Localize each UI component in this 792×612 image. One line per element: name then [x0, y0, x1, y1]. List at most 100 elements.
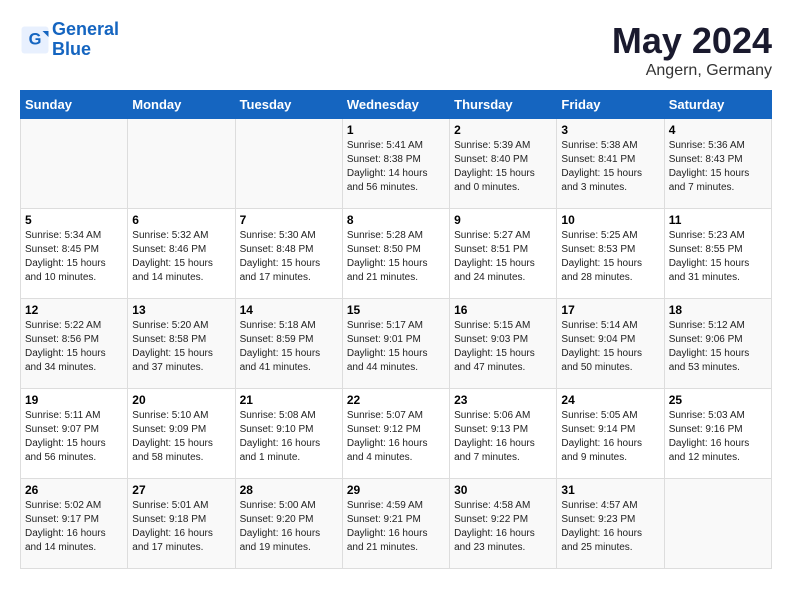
- calendar-cell: 20 Sunrise: 5:10 AMSunset: 9:09 PMDayligh…: [128, 389, 235, 479]
- day-info: Sunrise: 5:02 AMSunset: 9:17 PMDaylight:…: [25, 499, 123, 555]
- day-info: Sunrise: 5:08 AMSunset: 9:10 PMDaylight:…: [240, 409, 338, 465]
- day-number: 5: [25, 213, 123, 227]
- day-info: Sunrise: 5:27 AMSunset: 8:51 PMDaylight:…: [454, 229, 552, 285]
- day-number: 23: [454, 393, 552, 407]
- day-number: 1: [347, 123, 445, 137]
- day-info: Sunrise: 5:28 AMSunset: 8:50 PMDaylight:…: [347, 229, 445, 285]
- column-header-wednesday: Wednesday: [342, 91, 449, 119]
- header-row: SundayMondayTuesdayWednesdayThursdayFrid…: [21, 91, 772, 119]
- day-number: 21: [240, 393, 338, 407]
- day-number: 9: [454, 213, 552, 227]
- column-header-monday: Monday: [128, 91, 235, 119]
- calendar-cell: 1 Sunrise: 5:41 AMSunset: 8:38 PMDaylight…: [342, 119, 449, 209]
- day-info: Sunrise: 5:38 AMSunset: 8:41 PMDaylight:…: [561, 139, 659, 195]
- day-number: 24: [561, 393, 659, 407]
- calendar-cell: [128, 119, 235, 209]
- calendar-cell: 28 Sunrise: 5:00 AMSunset: 9:20 PMDayligh…: [235, 479, 342, 569]
- calendar-cell: 11 Sunrise: 5:23 AMSunset: 8:55 PMDayligh…: [664, 209, 771, 299]
- calendar-table: SundayMondayTuesdayWednesdayThursdayFrid…: [20, 90, 772, 569]
- day-info: Sunrise: 5:06 AMSunset: 9:13 PMDaylight:…: [454, 409, 552, 465]
- calendar-cell: 3 Sunrise: 5:38 AMSunset: 8:41 PMDaylight…: [557, 119, 664, 209]
- calendar-subtitle: Angern, Germany: [612, 62, 772, 80]
- day-number: 19: [25, 393, 123, 407]
- logo-icon: G: [20, 25, 50, 55]
- day-number: 17: [561, 303, 659, 317]
- day-info: Sunrise: 5:00 AMSunset: 9:20 PMDaylight:…: [240, 499, 338, 555]
- day-number: 20: [132, 393, 230, 407]
- day-info: Sunrise: 4:58 AMSunset: 9:22 PMDaylight:…: [454, 499, 552, 555]
- day-info: Sunrise: 5:23 AMSunset: 8:55 PMDaylight:…: [669, 229, 767, 285]
- day-number: 26: [25, 483, 123, 497]
- calendar-cell: [235, 119, 342, 209]
- calendar-cell: 18Sunrise: 5:12 AMSunset: 9:06 PMDayligh…: [664, 299, 771, 389]
- day-info: Sunrise: 4:57 AMSunset: 9:23 PMDaylight:…: [561, 499, 659, 555]
- calendar-cell: 30 Sunrise: 4:58 AMSunset: 9:22 PMDayligh…: [450, 479, 557, 569]
- calendar-cell: 27 Sunrise: 5:01 AMSunset: 9:18 PMDayligh…: [128, 479, 235, 569]
- calendar-cell: 6 Sunrise: 5:32 AMSunset: 8:46 PMDaylight…: [128, 209, 235, 299]
- day-info: Sunrise: 5:11 AMSunset: 9:07 PMDaylight:…: [25, 409, 123, 465]
- calendar-cell: 13 Sunrise: 5:20 AMSunset: 8:58 PMDayligh…: [128, 299, 235, 389]
- title-block: May 2024 Angern, Germany: [612, 20, 772, 80]
- calendar-cell: [21, 119, 128, 209]
- day-info: Sunrise: 5:15 AMSunset: 9:03 PMDaylight:…: [454, 319, 552, 375]
- calendar-cell: [664, 479, 771, 569]
- day-number: 4: [669, 123, 767, 137]
- day-info: Sunrise: 5:36 AMSunset: 8:43 PMDaylight:…: [669, 139, 767, 195]
- day-number: 29: [347, 483, 445, 497]
- day-number: 7: [240, 213, 338, 227]
- calendar-cell: 31 Sunrise: 4:57 AMSunset: 9:23 PMDayligh…: [557, 479, 664, 569]
- calendar-cell: 7 Sunrise: 5:30 AMSunset: 8:48 PMDaylight…: [235, 209, 342, 299]
- calendar-cell: 4 Sunrise: 5:36 AMSunset: 8:43 PMDaylight…: [664, 119, 771, 209]
- week-row-1: 1 Sunrise: 5:41 AMSunset: 8:38 PMDaylight…: [21, 119, 772, 209]
- calendar-cell: 8 Sunrise: 5:28 AMSunset: 8:50 PMDaylight…: [342, 209, 449, 299]
- column-header-tuesday: Tuesday: [235, 91, 342, 119]
- day-number: 22: [347, 393, 445, 407]
- day-info: Sunrise: 5:30 AMSunset: 8:48 PMDaylight:…: [240, 229, 338, 285]
- day-number: 27: [132, 483, 230, 497]
- calendar-cell: 21 Sunrise: 5:08 AMSunset: 9:10 PMDayligh…: [235, 389, 342, 479]
- column-header-thursday: Thursday: [450, 91, 557, 119]
- calendar-cell: 29Sunrise: 4:59 AMSunset: 9:21 PMDayligh…: [342, 479, 449, 569]
- calendar-cell: 9 Sunrise: 5:27 AMSunset: 8:51 PMDaylight…: [450, 209, 557, 299]
- day-number: 11: [669, 213, 767, 227]
- day-number: 14: [240, 303, 338, 317]
- day-number: 3: [561, 123, 659, 137]
- page-header: G General Blue May 2024 Angern, Germany: [20, 20, 772, 80]
- day-number: 8: [347, 213, 445, 227]
- day-number: 30: [454, 483, 552, 497]
- day-info: Sunrise: 5:05 AMSunset: 9:14 PMDaylight:…: [561, 409, 659, 465]
- logo-text-line2: Blue: [52, 40, 119, 60]
- calendar-cell: 15Sunrise: 5:17 AMSunset: 9:01 PMDayligh…: [342, 299, 449, 389]
- calendar-cell: 26 Sunrise: 5:02 AMSunset: 9:17 PMDayligh…: [21, 479, 128, 569]
- day-number: 15: [347, 303, 445, 317]
- day-info: Sunrise: 5:41 AMSunset: 8:38 PMDaylight:…: [347, 139, 445, 195]
- day-info: Sunrise: 5:25 AMSunset: 8:53 PMDaylight:…: [561, 229, 659, 285]
- day-number: 31: [561, 483, 659, 497]
- calendar-cell: 14 Sunrise: 5:18 AMSunset: 8:59 PMDayligh…: [235, 299, 342, 389]
- day-number: 12: [25, 303, 123, 317]
- week-row-5: 26 Sunrise: 5:02 AMSunset: 9:17 PMDayligh…: [21, 479, 772, 569]
- day-info: Sunrise: 5:10 AMSunset: 9:09 PMDaylight:…: [132, 409, 230, 465]
- week-row-2: 5 Sunrise: 5:34 AMSunset: 8:45 PMDaylight…: [21, 209, 772, 299]
- day-number: 28: [240, 483, 338, 497]
- day-info: Sunrise: 5:18 AMSunset: 8:59 PMDaylight:…: [240, 319, 338, 375]
- day-info: Sunrise: 5:34 AMSunset: 8:45 PMDaylight:…: [25, 229, 123, 285]
- calendar-cell: 25 Sunrise: 5:03 AMSunset: 9:16 PMDayligh…: [664, 389, 771, 479]
- day-info: Sunrise: 5:01 AMSunset: 9:18 PMDaylight:…: [132, 499, 230, 555]
- day-number: 6: [132, 213, 230, 227]
- calendar-cell: 2Sunrise: 5:39 AMSunset: 8:40 PMDaylight…: [450, 119, 557, 209]
- day-number: 25: [669, 393, 767, 407]
- logo: G General Blue: [20, 20, 119, 60]
- day-info: Sunrise: 5:03 AMSunset: 9:16 PMDaylight:…: [669, 409, 767, 465]
- day-info: Sunrise: 5:12 AMSunset: 9:06 PMDaylight:…: [669, 319, 767, 375]
- day-info: Sunrise: 5:32 AMSunset: 8:46 PMDaylight:…: [132, 229, 230, 285]
- day-number: 16: [454, 303, 552, 317]
- calendar-cell: 5 Sunrise: 5:34 AMSunset: 8:45 PMDaylight…: [21, 209, 128, 299]
- svg-text:G: G: [29, 30, 42, 48]
- calendar-cell: 22Sunrise: 5:07 AMSunset: 9:12 PMDayligh…: [342, 389, 449, 479]
- day-number: 10: [561, 213, 659, 227]
- day-number: 2: [454, 123, 552, 137]
- day-info: Sunrise: 5:20 AMSunset: 8:58 PMDaylight:…: [132, 319, 230, 375]
- week-row-4: 19 Sunrise: 5:11 AMSunset: 9:07 PMDayligh…: [21, 389, 772, 479]
- day-number: 13: [132, 303, 230, 317]
